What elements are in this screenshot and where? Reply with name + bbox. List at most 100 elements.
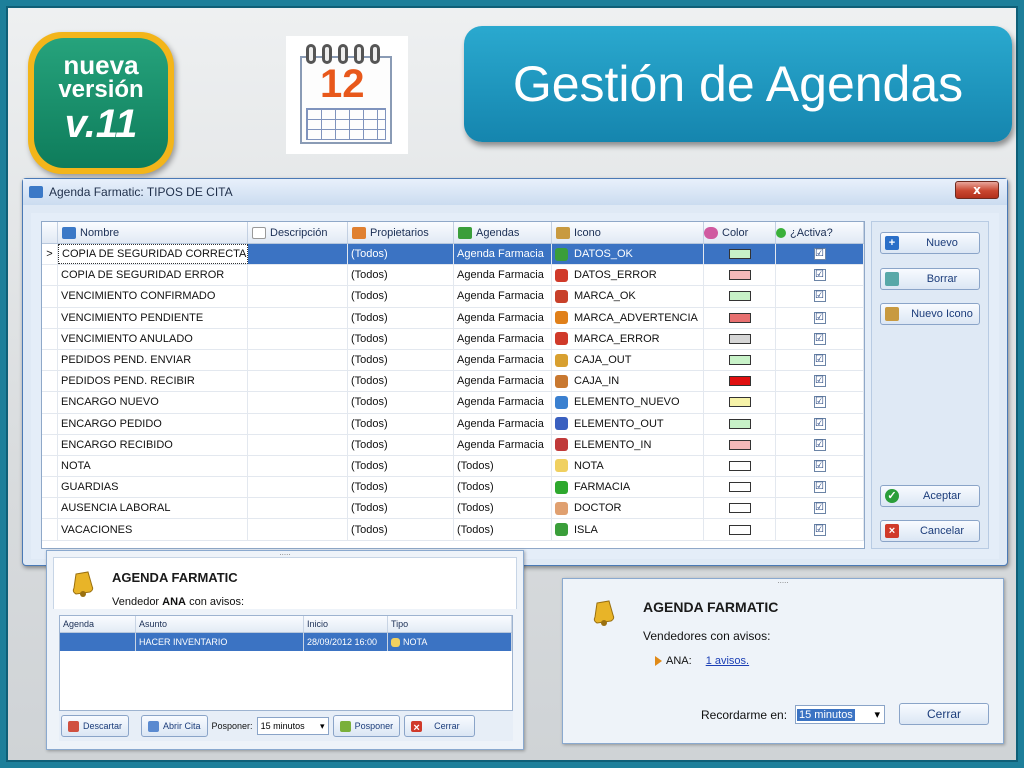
cerrar-button[interactable]: Cerrar <box>899 703 989 725</box>
table-row[interactable]: ENCARGO NUEVO (Todos) Agenda Farmacia ELEME… <box>42 392 864 414</box>
cell-nombre[interactable]: GUARDIAS <box>58 477 248 498</box>
cell-color[interactable] <box>704 371 776 392</box>
descartar-button[interactable]: Descartar <box>61 715 130 737</box>
cell-agendas[interactable]: (Todos) <box>454 477 552 498</box>
cell-descripcion[interactable] <box>248 434 348 455</box>
cell-color[interactable] <box>704 328 776 349</box>
activa-checkbox[interactable]: ☑ <box>813 417 826 430</box>
cell-propietarios[interactable]: (Todos) <box>348 477 454 498</box>
cell-icono[interactable]: MARCA_ERROR <box>552 328 704 349</box>
activa-checkbox[interactable]: ☑ <box>813 311 826 324</box>
nuevo-button[interactable]: + Nuevo <box>880 232 980 254</box>
activa-checkbox[interactable]: ☑ <box>813 269 826 282</box>
cell-descripcion[interactable] <box>248 413 348 434</box>
aceptar-button[interactable]: ✓ Aceptar <box>880 485 980 507</box>
cell-propietarios[interactable]: (Todos) <box>348 328 454 349</box>
cell-nombre[interactable]: AUSENCIA LABORAL <box>58 498 248 519</box>
table-row[interactable]: PEDIDOS PEND. ENVIAR (Todos) Agenda Farmac… <box>42 349 864 372</box>
table-row[interactable]: NOTA (Todos) (Todos) NOTA ☑ <box>42 455 864 478</box>
cell-nombre[interactable]: NOTA <box>58 455 248 477</box>
cell-nombre[interactable]: VENCIMIENTO CONFIRMADO <box>58 286 248 307</box>
cell-nombre[interactable]: VACACIONES <box>58 519 248 540</box>
col-color[interactable]: Color <box>704 222 776 243</box>
cell-icono[interactable]: NOTA <box>552 455 704 477</box>
cell-agendas[interactable]: Agenda Farmacia <box>454 328 552 349</box>
activa-checkbox[interactable]: ☑ <box>813 502 826 515</box>
cell-activa[interactable]: ☑ <box>776 349 864 371</box>
table-row[interactable]: > COPIA DE SEGURIDAD CORRECTA (Todos) Agend… <box>42 244 864 266</box>
activa-checkbox[interactable]: ☑ <box>813 248 826 261</box>
cell-activa[interactable]: ☑ <box>776 455 864 477</box>
cell-nombre[interactable]: PEDIDOS PEND. RECIBIR <box>58 371 248 392</box>
cell-propietarios[interactable]: (Todos) <box>348 455 454 477</box>
cell-nombre[interactable]: VENCIMIENTO ANULADO <box>58 328 248 349</box>
cell-agendas[interactable]: Agenda Farmacia <box>454 434 552 455</box>
activa-checkbox[interactable]: ☑ <box>813 332 826 345</box>
posponer-select[interactable]: 15 minutos ▾ <box>256 717 329 735</box>
cell-icono[interactable]: CAJA_OUT <box>552 349 704 371</box>
cell-descripcion[interactable] <box>248 455 348 477</box>
cell-agendas[interactable]: Agenda Farmacia <box>454 244 552 265</box>
cell-propietarios[interactable]: (Todos) <box>348 519 454 540</box>
cell-propietarios[interactable]: (Todos) <box>348 286 454 307</box>
activa-checkbox[interactable]: ☑ <box>813 481 826 494</box>
cell-descripcion[interactable] <box>248 477 348 498</box>
cell-icono[interactable]: ELEMENTO_IN <box>552 434 704 455</box>
cell-descripcion[interactable] <box>248 349 348 371</box>
cell-icono[interactable]: DATOS_ERROR <box>552 265 704 286</box>
cell-nombre[interactable]: COPIA DE SEGURIDAD ERROR <box>58 265 248 286</box>
cell-nombre[interactable]: ENCARGO RECIBIDO <box>58 434 248 455</box>
cell-activa[interactable]: ☑ <box>776 392 864 413</box>
cell-propietarios[interactable]: (Todos) <box>348 244 454 265</box>
cell-activa[interactable]: ☑ <box>776 371 864 392</box>
table-row[interactable]: ENCARGO RECIBIDO (Todos) Agenda Farmacia EL… <box>42 434 864 456</box>
cell-agendas[interactable]: (Todos) <box>454 519 552 540</box>
cell-activa[interactable]: ☑ <box>776 413 864 434</box>
cell-icono[interactable]: DOCTOR <box>552 498 704 519</box>
close-button[interactable]: x <box>955 181 999 199</box>
col-inicio[interactable]: Inicio <box>304 616 388 632</box>
avisos-link[interactable]: 1 avisos. <box>706 655 749 667</box>
col-asunto[interactable]: Asunto <box>136 616 304 632</box>
resize-grip[interactable]: ..... <box>773 577 793 585</box>
cell-icono[interactable]: FARMACIA <box>552 477 704 498</box>
cell-icono[interactable]: ELEMENTO_NUEVO <box>552 392 704 413</box>
activa-checkbox[interactable]: ☑ <box>813 375 826 388</box>
activa-checkbox[interactable]: ☑ <box>813 290 826 303</box>
cell-color[interactable] <box>704 519 776 540</box>
col-icono[interactable]: Icono <box>552 222 704 243</box>
cell-color[interactable] <box>704 392 776 413</box>
cell-descripcion[interactable] <box>248 519 348 540</box>
nuevo-icono-button[interactable]: Nuevo Icono <box>880 303 980 325</box>
table-row[interactable]: HACER INVENTARIO 28/09/2012 16:00 NOTA <box>60 633 512 651</box>
cell-descripcion[interactable] <box>248 307 348 328</box>
cell-propietarios[interactable]: (Todos) <box>348 265 454 286</box>
cell-activa[interactable]: ☑ <box>776 286 864 307</box>
cell-activa[interactable]: ☑ <box>776 519 864 540</box>
cell-activa[interactable]: ☑ <box>776 328 864 349</box>
cell-icono[interactable]: ISLA <box>552 519 704 540</box>
activa-checkbox[interactable]: ☑ <box>813 523 826 536</box>
table-row[interactable]: VENCIMIENTO CONFIRMADO (Todos) Agenda Farm… <box>42 286 864 308</box>
col-tipo[interactable]: Tipo <box>388 616 512 632</box>
cell-color[interactable] <box>704 265 776 286</box>
posponer-button[interactable]: Posponer <box>332 715 401 737</box>
table-row[interactable]: GUARDIAS (Todos) (Todos) FARMACIA ☑ <box>42 477 864 499</box>
cell-icono[interactable]: ELEMENTO_OUT <box>552 413 704 434</box>
cell-propietarios[interactable]: (Todos) <box>348 434 454 455</box>
cell-icono[interactable]: DATOS_OK <box>552 244 704 265</box>
cell-color[interactable] <box>704 434 776 455</box>
cell-agendas[interactable]: Agenda Farmacia <box>454 286 552 307</box>
cell-agendas[interactable]: (Todos) <box>454 455 552 477</box>
cell-activa[interactable]: ☑ <box>776 498 864 519</box>
table-row[interactable]: VENCIMIENTO PENDIENTE (Todos) Agenda Farma… <box>42 307 864 329</box>
cell-descripcion[interactable] <box>248 371 348 392</box>
cell-icono[interactable]: MARCA_OK <box>552 286 704 307</box>
cell-icono[interactable]: MARCA_ADVERTENCIA <box>552 307 704 328</box>
abrir-cita-button[interactable]: Abrir Cita <box>141 715 208 737</box>
cerrar-button[interactable]: × Cerrar <box>404 715 475 737</box>
cell-agendas[interactable]: Agenda Farmacia <box>454 307 552 328</box>
cell-color[interactable] <box>704 349 776 371</box>
cell-activa[interactable]: ☑ <box>776 244 864 265</box>
cell-agendas[interactable]: Agenda Farmacia <box>454 265 552 286</box>
